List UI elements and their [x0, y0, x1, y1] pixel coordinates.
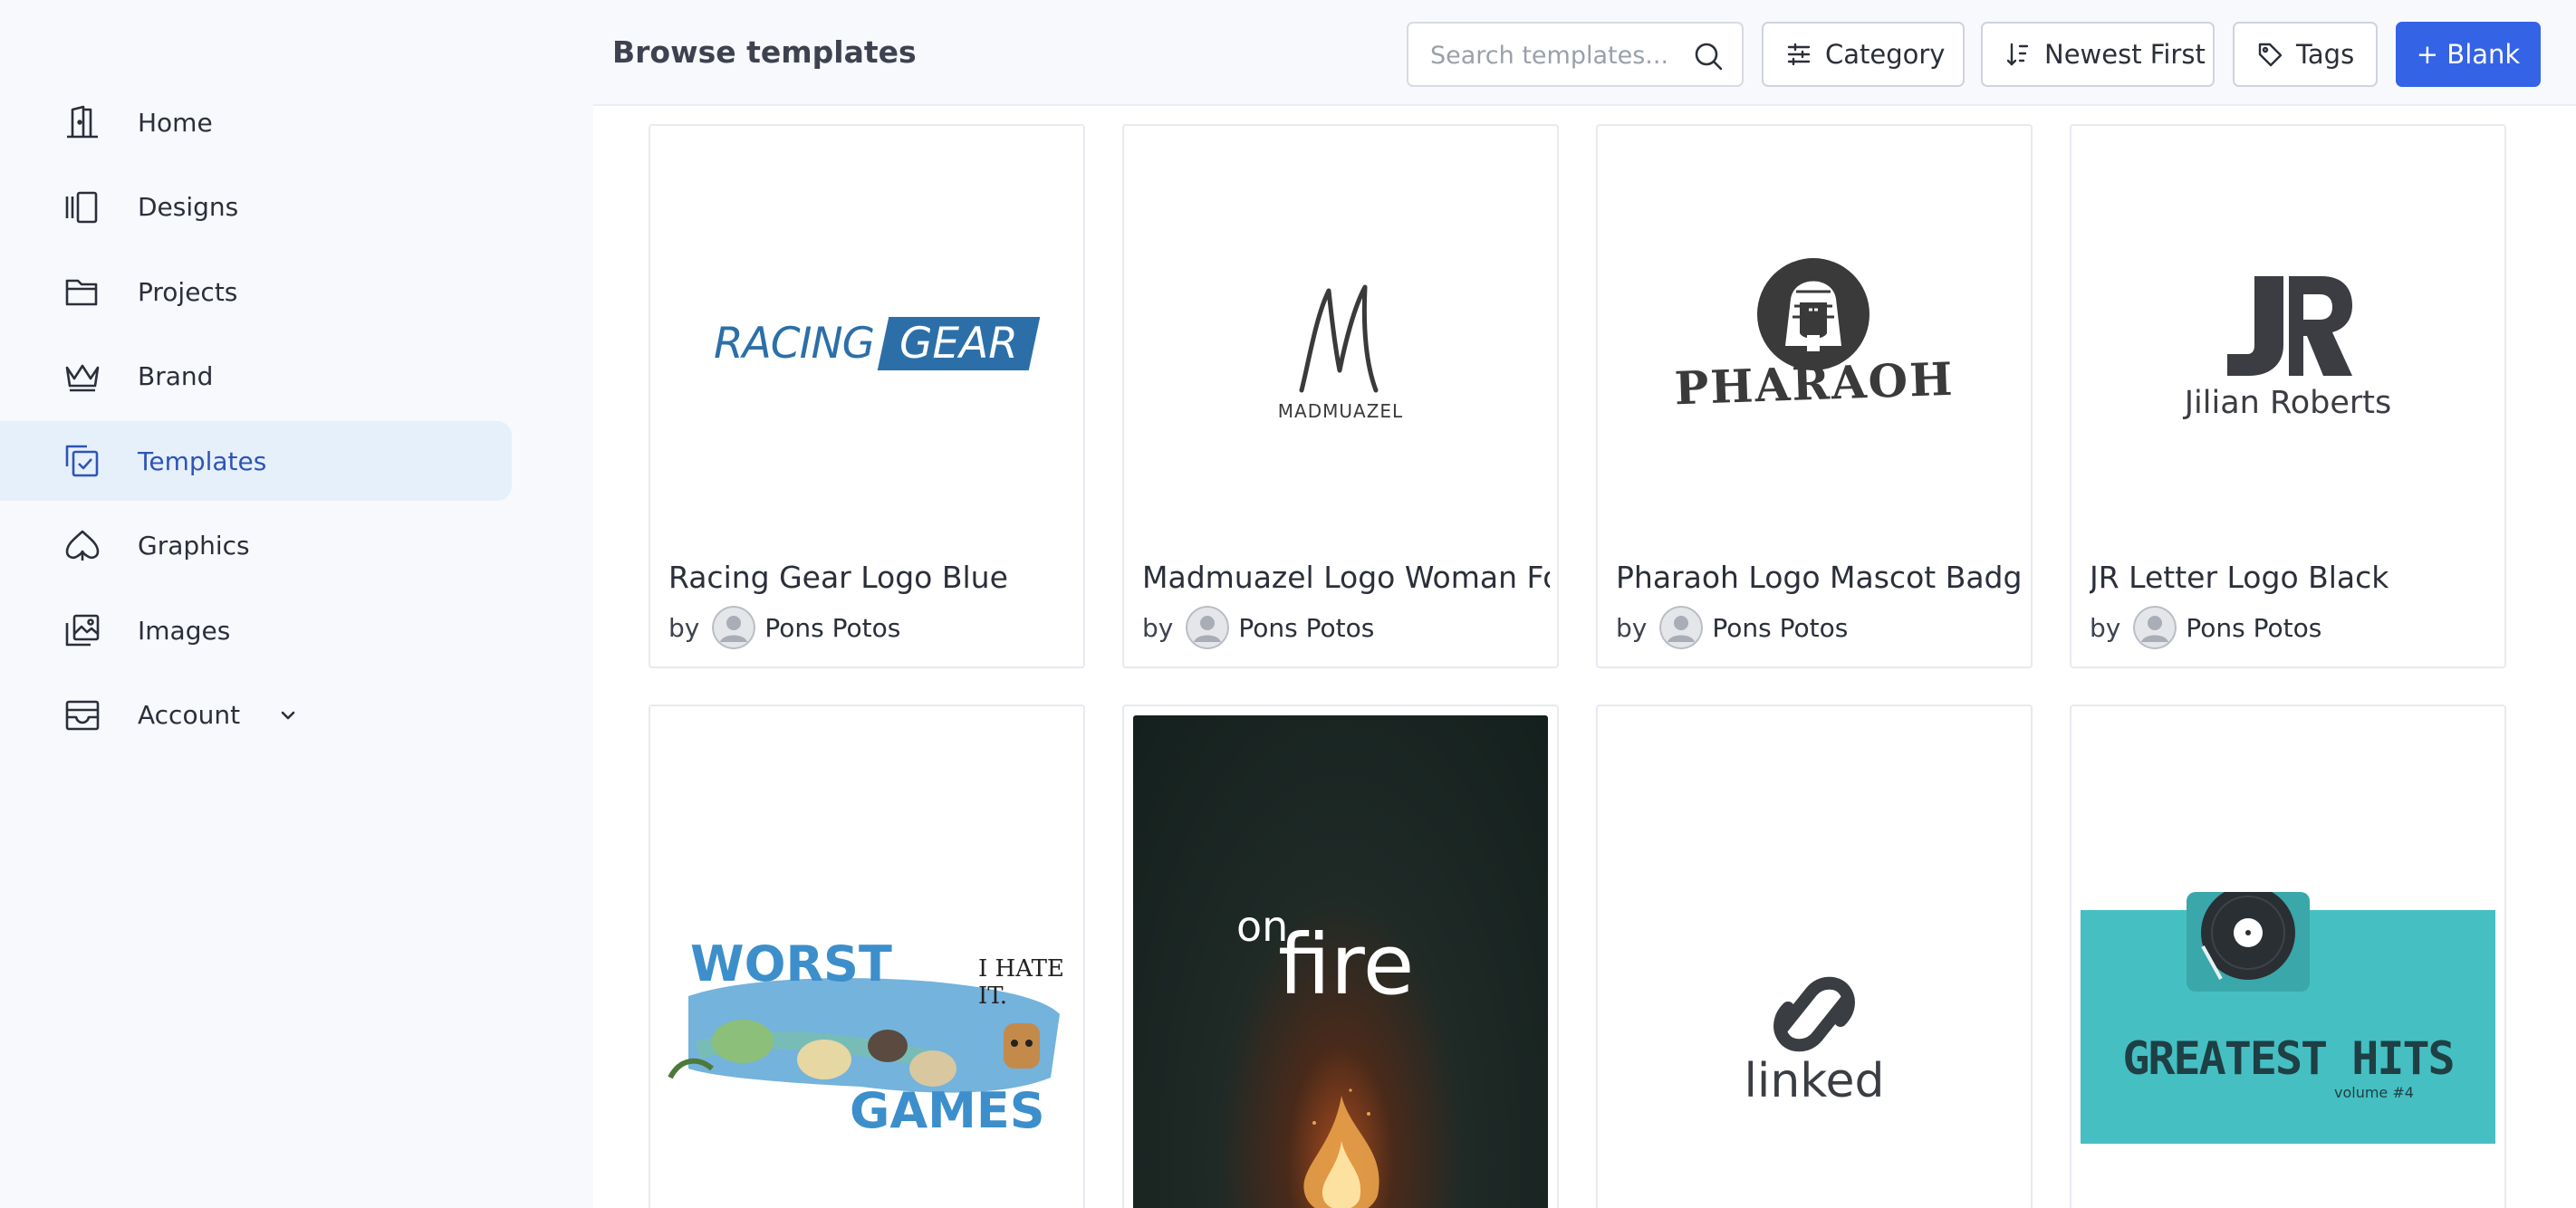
author-name[interactable]: Pons Potos: [1712, 613, 1848, 643]
artwork-text: fire: [1278, 916, 1415, 1013]
main-content: Browse templates Category Newest First T…: [593, 0, 2576, 1208]
template-thumbnail[interactable]: on fire: [1124, 706, 1557, 1208]
sort-button[interactable]: Newest First: [1981, 22, 2215, 87]
logo-text: RACING: [714, 319, 875, 369]
template-thumbnail[interactable]: PHARAOH: [1598, 126, 2031, 561]
sort-icon: [2004, 41, 2032, 68]
author-name[interactable]: Pons Potos: [764, 613, 900, 643]
sidebar-item-label: Images: [138, 615, 231, 646]
template-card[interactable]: PHARAOH Pharaoh Logo Mascot Badge by Pon…: [1596, 124, 2033, 668]
artwork-text: volume #4: [2334, 1084, 2414, 1101]
template-title[interactable]: JR Letter Logo Black: [2090, 560, 2497, 595]
template-thumbnail[interactable]: RACING GEAR: [650, 126, 1083, 561]
template-card[interactable]: GREATEST HITS volume #4: [2070, 705, 2506, 1208]
account-icon: [63, 697, 101, 733]
tag-icon: [2256, 41, 2283, 68]
template-card[interactable]: linked: [1596, 705, 2033, 1208]
graphics-icon: [63, 528, 101, 564]
logo-text: Jilian Roberts: [2184, 385, 2392, 421]
sidebar-item-graphics[interactable]: Graphics: [0, 506, 512, 586]
template-author: by Pons Potos: [1142, 606, 1374, 649]
sort-label: Newest First: [2044, 39, 2206, 70]
sidebar-item-label: Projects: [138, 276, 238, 307]
artwork-text: GAMES: [850, 1082, 1045, 1139]
by-label: by: [1616, 612, 1648, 643]
by-label: by: [2090, 612, 2121, 643]
sidebar-item-label: Templates: [138, 446, 267, 476]
search-icon[interactable]: [1693, 41, 1724, 72]
page-title: Browse templates: [612, 34, 917, 70]
templates-icon: [63, 443, 101, 479]
template-card[interactable]: MADMUAZEL Madmuazel Logo Woman Fo by Pon…: [1122, 124, 1559, 668]
template-thumbnail[interactable]: linked: [1598, 706, 2031, 1208]
turntable-graphic: [2187, 892, 2310, 992]
sliders-icon: [1785, 41, 1812, 68]
sidebar-item-label: Designs: [138, 192, 239, 222]
designs-icon: [63, 189, 101, 225]
racing-gear-logo: RACING GEAR: [714, 317, 1041, 370]
template-card[interactable]: on fire: [1122, 705, 1559, 1208]
chain-link-mark: [1773, 976, 1855, 1052]
by-label: by: [1142, 612, 1174, 643]
by-label: by: [668, 612, 700, 643]
template-card[interactable]: Jilian Roberts JR Letter Logo Black by P…: [2070, 124, 2506, 668]
flame-graphic: [1303, 1088, 1379, 1208]
sidebar-item-brand[interactable]: Brand: [0, 337, 512, 417]
tags-filter-button[interactable]: Tags: [2233, 22, 2378, 87]
jr-letter-mark: [2227, 276, 2352, 376]
sidebar-item-label: Graphics: [138, 531, 250, 561]
crown-icon: [63, 359, 101, 395]
avatar: [712, 606, 756, 649]
template-author: by Pons Potos: [1616, 606, 1848, 649]
sidebar: Home Designs Projects Brand Templates Gr…: [0, 0, 593, 1208]
tags-filter-label: Tags: [2296, 39, 2355, 70]
new-blank-label: + Blank: [2416, 39, 2521, 70]
search-input[interactable]: [1430, 38, 1684, 72]
template-thumbnail[interactable]: GREATEST HITS volume #4: [2071, 706, 2504, 1208]
template-card[interactable]: RACING GEAR Racing Gear Logo Blue by Pon…: [649, 124, 1085, 668]
new-blank-button[interactable]: + Blank: [2396, 22, 2541, 87]
avatar: [1186, 606, 1230, 649]
template-thumbnail[interactable]: WORST GAMES I HATE IT.: [650, 706, 1083, 1208]
artwork-text: WORST: [690, 935, 892, 992]
search-box[interactable]: [1407, 22, 1744, 87]
template-author: by Pons Potos: [668, 606, 900, 649]
author-name[interactable]: Pons Potos: [2186, 613, 2321, 643]
category-filter-label: Category: [1825, 39, 1946, 70]
sidebar-item-projects[interactable]: Projects: [0, 252, 512, 331]
sidebar-item-account[interactable]: Account: [0, 676, 512, 755]
sidebar-item-label: Account: [138, 700, 241, 730]
artwork-text: GREATEST HITS: [2122, 1032, 2455, 1085]
author-name[interactable]: Pons Potos: [1238, 613, 1374, 643]
sidebar-item-designs[interactable]: Designs: [0, 168, 512, 247]
sidebar-item-templates[interactable]: Templates: [0, 421, 512, 501]
template-thumbnail[interactable]: Jilian Roberts: [2071, 126, 2504, 561]
sidebar-item-home[interactable]: Home: [0, 82, 512, 162]
home-icon: [63, 104, 101, 140]
avatar: [2133, 606, 2177, 649]
sidebar-item-label: Home: [138, 107, 213, 138]
template-author: by Pons Potos: [2090, 606, 2321, 649]
chevron-down-icon[interactable]: [275, 703, 301, 728]
logo-text: MADMUAZEL: [1277, 400, 1404, 422]
images-icon: [63, 612, 101, 648]
template-title[interactable]: Madmuazel Logo Woman Fo: [1142, 560, 1550, 595]
folder-icon: [63, 273, 101, 310]
logo-text: linked: [1744, 1054, 1885, 1108]
sidebar-item-label: Brand: [138, 361, 214, 391]
artwork-text: I HATE IT.: [978, 955, 1064, 1010]
logo-text: PHARAOH: [1673, 351, 1956, 416]
toolbar: Browse templates Category Newest First T…: [593, 0, 2576, 106]
madmuazel-m-mark: [1299, 284, 1379, 393]
sidebar-nav: Home Designs Projects Brand Templates Gr…: [0, 82, 512, 760]
avatar: [1659, 606, 1704, 649]
template-title[interactable]: Pharaoh Logo Mascot Badge: [1616, 560, 2023, 595]
template-thumbnail[interactable]: MADMUAZEL: [1124, 126, 1557, 561]
template-card[interactable]: WORST GAMES I HATE IT.: [649, 705, 1085, 1208]
category-filter-button[interactable]: Category: [1762, 22, 1965, 87]
logo-text: GEAR: [899, 319, 1019, 369]
sidebar-item-images[interactable]: Images: [0, 590, 512, 670]
template-title[interactable]: Racing Gear Logo Blue: [668, 560, 1076, 595]
